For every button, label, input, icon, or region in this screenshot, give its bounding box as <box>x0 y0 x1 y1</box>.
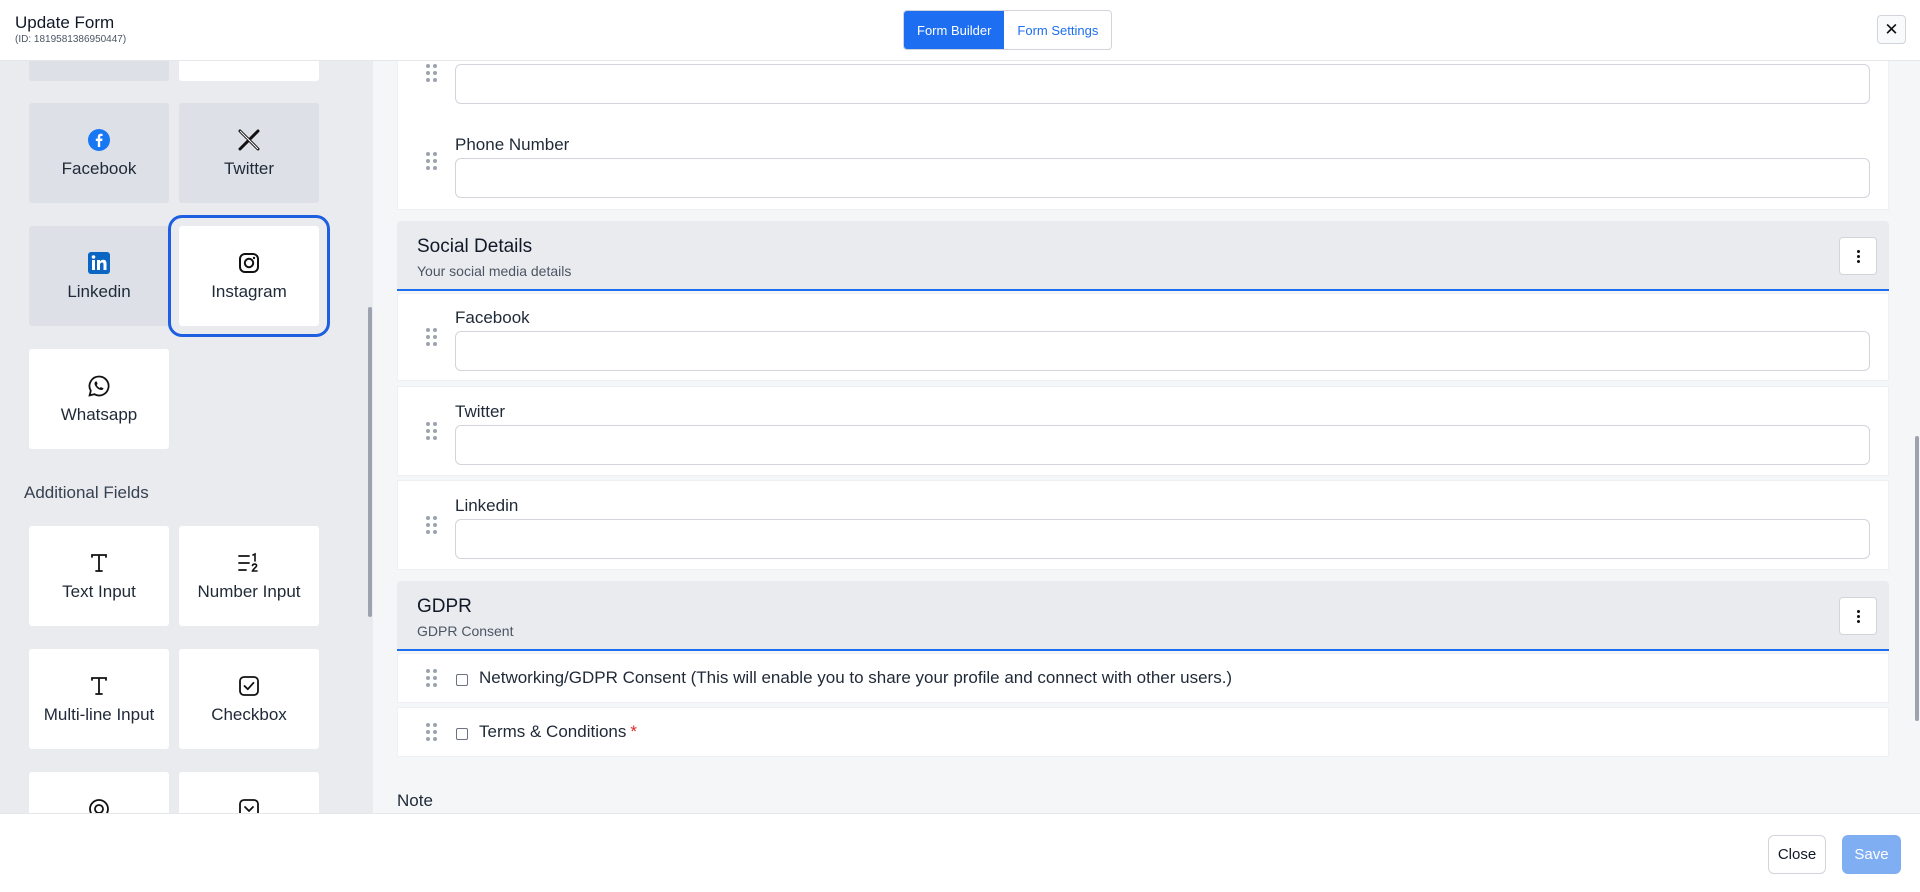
checkbox-icon <box>236 673 262 699</box>
text-input-icon <box>86 550 112 576</box>
close-button[interactable]: Close <box>1768 835 1826 874</box>
phone-input[interactable] <box>455 158 1870 198</box>
multiline-input-icon <box>86 673 112 699</box>
tile-linkedin[interactable]: Linkedin <box>29 226 169 326</box>
builder-tabs: Form Builder Form Settings <box>903 10 1113 50</box>
drag-handle-icon[interactable] <box>426 64 438 82</box>
section-gdpr: GDPR GDPR Consent <box>397 581 1889 651</box>
page-title: Update Form <box>15 13 115 32</box>
gdpr-consent-checkbox[interactable] <box>456 674 468 686</box>
tile-text-input[interactable]: Text Input <box>29 526 169 626</box>
section-social-details: Social Details Your social media details <box>397 221 1889 291</box>
whatsapp-icon <box>86 373 112 399</box>
drag-handle-icon[interactable] <box>426 516 438 534</box>
form-canvas: Phone Number Social Details Your social … <box>373 61 1920 813</box>
drag-handle-icon[interactable] <box>426 152 438 170</box>
linkedin-input[interactable] <box>455 519 1870 559</box>
form-field-linkedin: Linkedin <box>397 480 1889 570</box>
terms-label-text: Terms & Conditions <box>479 722 627 741</box>
tile-label: Text Input <box>62 582 136 601</box>
tile-multiline-input[interactable]: Multi-line Input <box>29 649 169 749</box>
tile-whatsapp[interactable]: Whatsapp <box>29 349 169 449</box>
number-input-icon <box>236 550 262 576</box>
form-field-phone: Phone Number <box>397 116 1889 210</box>
drag-handle-icon[interactable] <box>426 669 438 687</box>
linkedin-icon <box>86 250 112 276</box>
tab-form-builder[interactable]: Form Builder <box>904 11 1005 49</box>
checkbox-label: Terms & Conditions * <box>479 722 637 742</box>
tile-label: Number Input <box>197 582 301 601</box>
drag-handle-icon[interactable] <box>426 422 438 440</box>
tile-label: Whatsapp <box>60 405 138 424</box>
text-field[interactable] <box>455 64 1870 104</box>
note-heading: Note <box>397 791 433 810</box>
field-label: Linkedin <box>455 496 519 515</box>
twitter-input[interactable] <box>455 425 1870 465</box>
tile-label: Instagram <box>211 282 287 301</box>
required-marker: * <box>630 722 638 741</box>
drag-handle-icon[interactable] <box>426 723 438 741</box>
facebook-input[interactable] <box>455 331 1870 371</box>
tile-facebook[interactable]: Facebook <box>29 103 169 203</box>
radio-icon <box>86 796 112 813</box>
tile-label: Linkedin <box>67 282 131 301</box>
drag-handle-icon[interactable] <box>426 328 438 346</box>
palette-scrollbar[interactable] <box>368 307 372 617</box>
palette-tile-radio[interactable] <box>29 772 169 813</box>
checkbox-label: Networking/GDPR Consent (This will enabl… <box>479 668 1233 687</box>
field-palette: Facebook Twitter Linkedin Instagram What… <box>0 61 373 813</box>
section-menu-icon[interactable] <box>1839 597 1877 635</box>
form-field-facebook: Facebook <box>397 293 1889 381</box>
tile-label: Facebook <box>61 159 137 178</box>
additional-fields-heading: Additional Fields <box>24 483 149 502</box>
tile-twitter[interactable]: Twitter <box>179 103 319 203</box>
section-title: Social Details <box>417 236 533 257</box>
dropdown-icon <box>236 796 262 813</box>
field-label: Phone Number <box>455 135 570 154</box>
palette-tile[interactable] <box>179 61 319 81</box>
palette-tile[interactable] <box>29 61 169 81</box>
section-subtitle: GDPR Consent <box>417 623 514 639</box>
form-field-gdpr-consent: Networking/GDPR Consent (This will enabl… <box>397 653 1889 703</box>
form-field-twitter: Twitter <box>397 386 1889 476</box>
tile-number-input[interactable]: Number Input <box>179 526 319 626</box>
instagram-icon <box>236 250 262 276</box>
tab-form-settings[interactable]: Form Settings <box>1004 11 1111 49</box>
form-field-terms: Terms & Conditions * <box>397 707 1889 757</box>
tile-checkbox[interactable]: Checkbox <box>179 649 319 749</box>
save-button[interactable]: Save <box>1842 835 1901 874</box>
footer: Close Save <box>0 813 1920 892</box>
section-title: GDPR <box>417 596 472 617</box>
facebook-icon <box>86 127 112 153</box>
field-label: Facebook <box>455 308 530 327</box>
form-id: (ID: 1819581386950447) <box>15 34 127 45</box>
terms-checkbox[interactable] <box>456 728 468 740</box>
palette-tile-dropdown[interactable] <box>179 772 319 813</box>
x-twitter-icon <box>236 127 262 153</box>
field-label: Twitter <box>455 402 506 421</box>
header: Update Form (ID: 1819581386950447) Form … <box>0 0 1920 61</box>
canvas-scrollbar[interactable] <box>1915 436 1919 721</box>
tile-label: Twitter <box>223 159 275 178</box>
tile-label: Checkbox <box>211 705 287 724</box>
tile-instagram[interactable]: Instagram <box>168 215 330 337</box>
close-icon[interactable]: ✕ <box>1877 15 1906 44</box>
section-menu-icon[interactable] <box>1839 237 1877 275</box>
section-subtitle: Your social media details <box>417 263 572 279</box>
tile-label: Multi-line Input <box>43 705 155 724</box>
